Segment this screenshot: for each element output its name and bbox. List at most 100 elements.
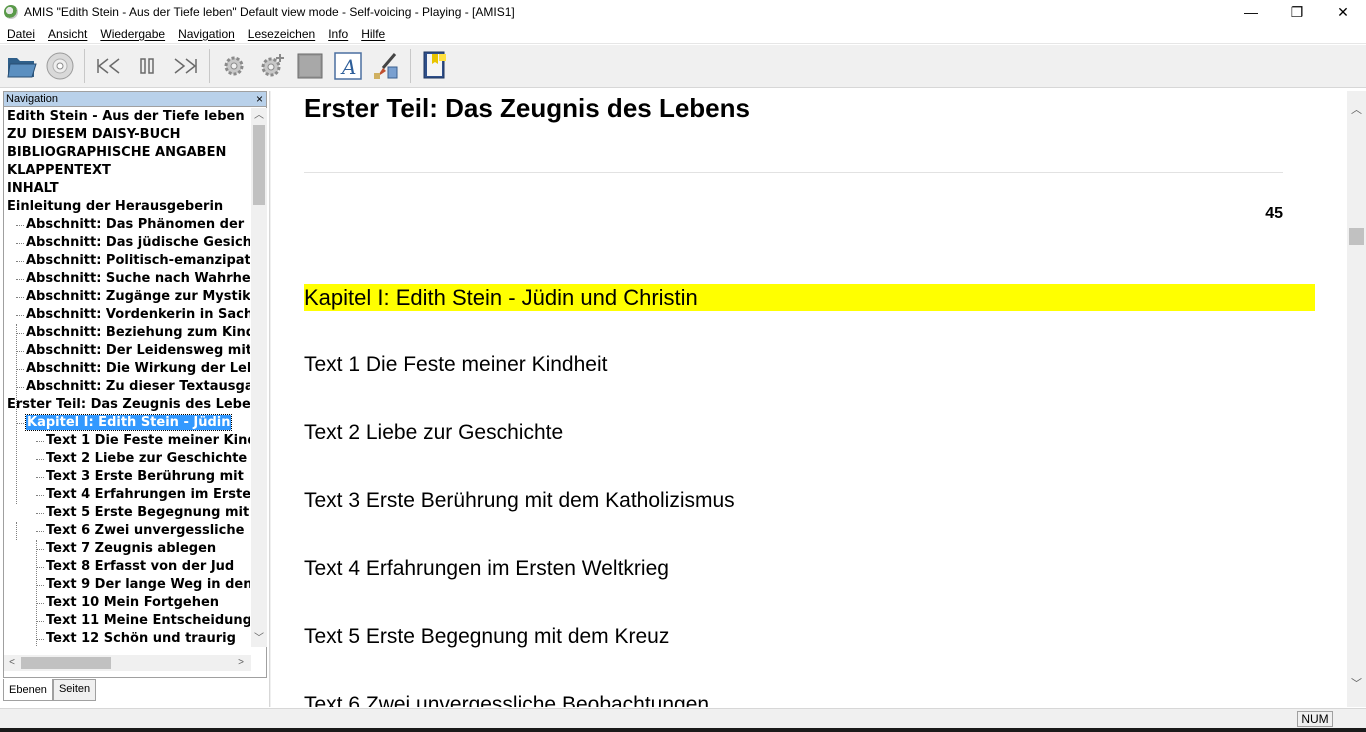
navigation-pane-header: Navigation × xyxy=(4,92,266,107)
tree-item[interactable]: Text 3 Erste Berührung mit xyxy=(4,468,250,486)
tree-item[interactable]: Abschnitt: Die Wirkung der Lehre xyxy=(4,360,250,378)
tree-item[interactable]: Abschnitt: Politisch-emanzipatorisch xyxy=(4,252,250,270)
current-chapter-highlight[interactable]: Kapitel I: Edith Stein - Jüdin und Chris… xyxy=(304,284,1315,311)
tab-ebenen[interactable]: Ebenen xyxy=(3,679,53,701)
stop-button[interactable] xyxy=(291,48,328,85)
open-folder-button[interactable] xyxy=(3,48,40,85)
fast-forward-icon xyxy=(174,58,197,74)
scrollbar-thumb[interactable] xyxy=(1349,228,1364,245)
scroll-down-icon[interactable]: ﹀ xyxy=(251,631,267,647)
fast-forward-button[interactable] xyxy=(166,48,203,85)
tree-item-label: Text 10 Mein Fortgehen xyxy=(46,595,220,610)
text-link[interactable]: Text 1 Die Feste meiner Kindheit xyxy=(304,353,607,377)
text-link[interactable]: Text 2 Liebe zur Geschichte xyxy=(304,421,563,445)
svg-text:A: A xyxy=(340,55,356,79)
tree-item[interactable]: Text 6 Zwei unvergessliche xyxy=(4,522,250,540)
bookmark-book-icon xyxy=(423,51,446,79)
tree-item-label: Text 8 Erfasst von der Jud xyxy=(46,559,235,574)
scroll-right-icon[interactable]: > xyxy=(233,655,249,671)
tree-item-label: Text 5 Erste Begegnung mit xyxy=(46,505,250,520)
navigation-horizontal-scrollbar[interactable]: < > xyxy=(4,655,251,671)
page-number: 45 xyxy=(1265,205,1283,222)
tree-item[interactable]: Text 11 Meine Entscheidung xyxy=(4,612,250,630)
tree-item-label: Edith Stein - Aus der Tiefe leben xyxy=(7,109,245,124)
taskbar-edge xyxy=(0,728,1366,732)
navigation-tree[interactable]: Edith Stein - Aus der Tiefe leben ZU DIES… xyxy=(4,108,250,647)
text-link[interactable]: Text 5 Erste Begegnung mit dem Kreuz xyxy=(304,625,669,649)
bookmark-button[interactable] xyxy=(416,48,453,85)
tree-item[interactable]: Erster Teil: Das Zeugnis des Lebens xyxy=(4,396,250,414)
tree-item[interactable]: Text 1 Die Feste meiner Kindheit xyxy=(4,432,250,450)
tree-item[interactable]: Text 2 Liebe zur Geschichte xyxy=(4,450,250,468)
document-vertical-scrollbar[interactable]: ︿ ﹀ xyxy=(1347,91,1366,707)
tree-item[interactable]: Edith Stein - Aus der Tiefe leben xyxy=(4,108,250,126)
tree-item-label: Abschnitt: Suche nach Wahrheit xyxy=(26,271,250,286)
tree-item-label: Einleitung der Herausgeberin xyxy=(7,199,224,214)
tree-item-label: Abschnitt: Das Phänomen der xyxy=(26,217,245,232)
font-button[interactable]: A xyxy=(329,48,366,85)
text-link[interactable]: Text 4 Erfahrungen im Ersten Weltkrieg xyxy=(304,557,669,581)
tree-item[interactable]: Text 10 Mein Fortgehen xyxy=(4,594,250,612)
tree-item[interactable]: KLAPPENTEXT xyxy=(4,162,250,180)
settings-plus-button[interactable] xyxy=(253,48,290,85)
color-button[interactable] xyxy=(367,48,404,85)
tab-seiten[interactable]: Seiten xyxy=(52,679,97,701)
menu-datei[interactable]: Datei xyxy=(0,27,41,41)
title-bar: AMIS "Edith Stein - Aus der Tiefe leben"… xyxy=(0,0,1366,24)
gear-plus-icon xyxy=(261,54,284,77)
text-link[interactable]: Text 6 Zwei unvergessliche Beobachtungen xyxy=(304,693,709,707)
pane-splitter[interactable] xyxy=(269,91,271,707)
tree-item[interactable]: Text 8 Erfasst von der Jud xyxy=(4,558,250,576)
tree-item-label: Abschnitt: Zugänge zur Mystik xyxy=(26,289,250,304)
tree-item[interactable]: Einleitung der Herausgeberin xyxy=(4,198,250,216)
restore-button[interactable]: ❐ xyxy=(1274,0,1320,24)
close-button[interactable]: ✕ xyxy=(1320,0,1366,24)
scroll-left-icon[interactable]: < xyxy=(4,655,20,671)
scroll-down-icon[interactable]: ﹀ xyxy=(1347,675,1366,693)
tree-item[interactable]: Abschnitt: Das jüdische Gesicht xyxy=(4,234,250,252)
tree-item[interactable]: Abschnitt: Der Leidensweg mit xyxy=(4,342,250,360)
scroll-up-icon[interactable]: ︿ xyxy=(251,108,267,124)
pause-button[interactable] xyxy=(128,48,165,85)
tree-item[interactable]: Text 9 Der lange Weg in den xyxy=(4,576,250,594)
tree-item[interactable]: Abschnitt: Zugänge zur Mystik xyxy=(4,288,250,306)
minimize-button[interactable]: — xyxy=(1228,0,1274,24)
scroll-up-icon[interactable]: ︿ xyxy=(1347,101,1366,119)
tree-item[interactable]: ZU DIESEM DAISY-BUCH xyxy=(4,126,250,144)
tree-item-label: INHALT xyxy=(7,181,59,196)
tree-item[interactable]: Abschnitt: Beziehung zum Kind xyxy=(4,324,250,342)
tree-item[interactable]: Text 4 Erfahrungen im Ersten xyxy=(4,486,250,504)
menu-wiedergabe[interactable]: Wiedergabe xyxy=(93,27,171,41)
menu-ansicht[interactable]: Ansicht xyxy=(41,27,93,41)
menu-navigation[interactable]: Navigation xyxy=(171,27,241,41)
navigation-vertical-scrollbar[interactable]: ︿ ﹀ xyxy=(251,108,267,647)
tree-item[interactable]: INHALT xyxy=(4,180,250,198)
close-pane-icon[interactable]: × xyxy=(256,92,263,106)
tree-item[interactable]: Abschnitt: Suche nach Wahrheit xyxy=(4,270,250,288)
tree-item-label: Abschnitt: Beziehung zum Kind xyxy=(26,325,250,340)
open-folder-icon xyxy=(6,58,37,78)
menu-info[interactable]: Info xyxy=(321,27,354,41)
tree-item[interactable]: Text 12 Schön und traurig xyxy=(4,630,250,647)
tree-item[interactable]: Text 5 Erste Begegnung mit xyxy=(4,504,250,522)
tree-item[interactable]: Text 7 Zeugnis ablegen xyxy=(4,540,250,558)
settings-button[interactable] xyxy=(215,48,252,85)
text-link[interactable]: Text 3 Erste Berührung mit dem Katholizi… xyxy=(304,489,735,513)
document-view[interactable]: Erster Teil: Das Zeugnis des Lebens 45 K… xyxy=(272,91,1345,707)
tree-item-selected[interactable]: Kapitel I: Edith Stein - Jüdin xyxy=(4,414,250,432)
tree-item-label: Abschnitt: Die Wirkung der Lehre xyxy=(26,361,250,376)
tree-item[interactable]: Abschnitt: Vordenkerin in Sachen xyxy=(4,306,250,324)
tree-item[interactable]: BIBLIOGRAPHISCHE ANGABEN xyxy=(4,144,250,162)
num-lock-indicator: NUM xyxy=(1297,711,1333,727)
rewind-button[interactable] xyxy=(90,48,127,85)
tree-item-label: Text 2 Liebe zur Geschichte xyxy=(46,451,248,466)
menu-hilfe[interactable]: Hilfe xyxy=(354,27,391,41)
scrollbar-thumb[interactable] xyxy=(253,125,265,205)
menu-lesezeichen[interactable]: Lesezeichen xyxy=(241,27,321,41)
scrollbar-thumb[interactable] xyxy=(21,657,111,669)
cd-button[interactable] xyxy=(41,48,78,85)
tree-item[interactable]: Abschnitt: Das Phänomen der xyxy=(4,216,250,234)
menu-bar: Datei Ansicht Wiedergabe Navigation Lese… xyxy=(0,24,1366,44)
toolbar: A xyxy=(0,45,1366,88)
tree-item[interactable]: Abschnitt: Zu dieser Textausgabe xyxy=(4,378,250,396)
